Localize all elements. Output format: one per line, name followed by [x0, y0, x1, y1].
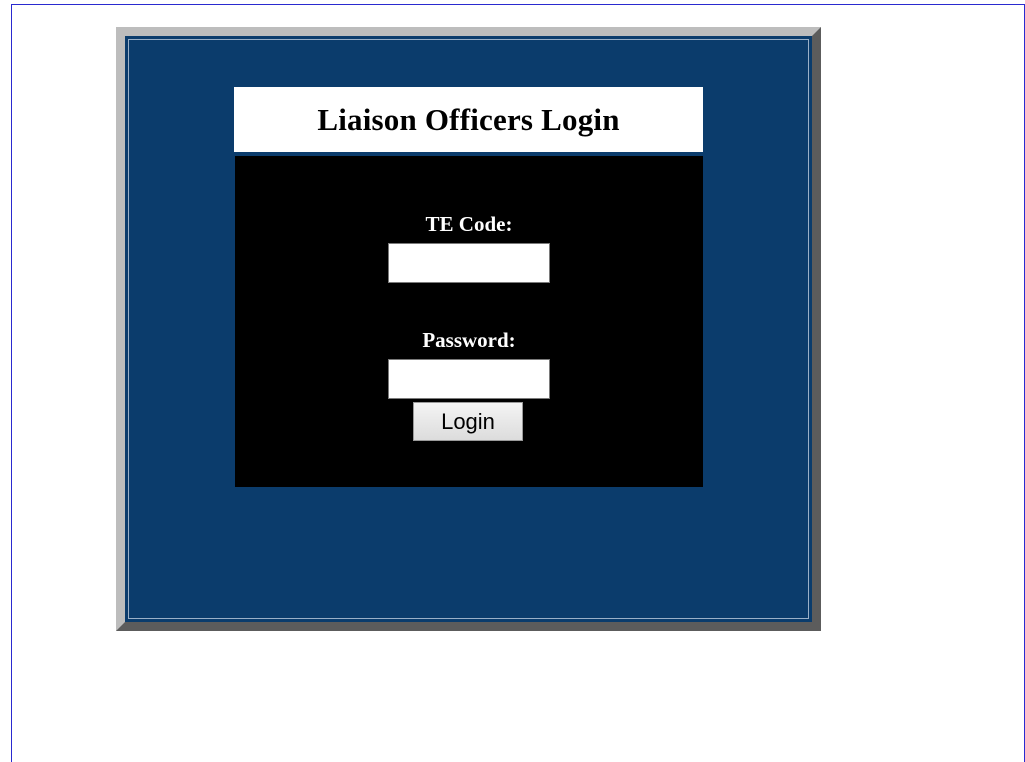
- page-title: Liaison Officers Login: [317, 101, 620, 137]
- password-label: Password:: [422, 328, 516, 352]
- login-form: TE Code: Password: Login: [235, 156, 703, 487]
- te-code-input[interactable]: [388, 243, 550, 283]
- te-code-label: TE Code:: [425, 212, 513, 236]
- login-button[interactable]: Login: [413, 402, 523, 441]
- title-box: Liaison Officers Login: [234, 87, 703, 152]
- password-input[interactable]: [388, 359, 550, 399]
